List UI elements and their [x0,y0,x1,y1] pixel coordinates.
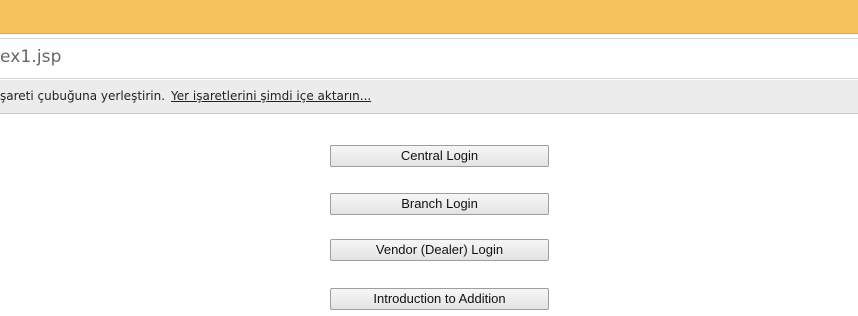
address-url-text[interactable]: ex1.jsp [0,47,62,67]
central-login-button[interactable]: Central Login [330,145,549,167]
branch-login-button[interactable]: Branch Login [330,193,549,215]
address-bar[interactable]: ex1.jsp [0,38,858,79]
introduction-to-addition-button[interactable]: Introduction to Addition [330,288,549,310]
bookmark-bar: şareti çubuğuna yerleştirin. Yer işaretle… [0,80,858,114]
bookmark-bar-message-text: şareti çubuğuna yerleştirin. [0,89,166,103]
import-bookmarks-link[interactable]: Yer işaretlerini şimdi içe aktarın... [171,89,371,103]
browser-title-strip [0,0,858,34]
vendor-login-button[interactable]: Vendor (Dealer) Login [330,239,549,261]
bookmark-bar-message: şareti çubuğuna yerleştirin. Yer işaretle… [0,89,371,103]
